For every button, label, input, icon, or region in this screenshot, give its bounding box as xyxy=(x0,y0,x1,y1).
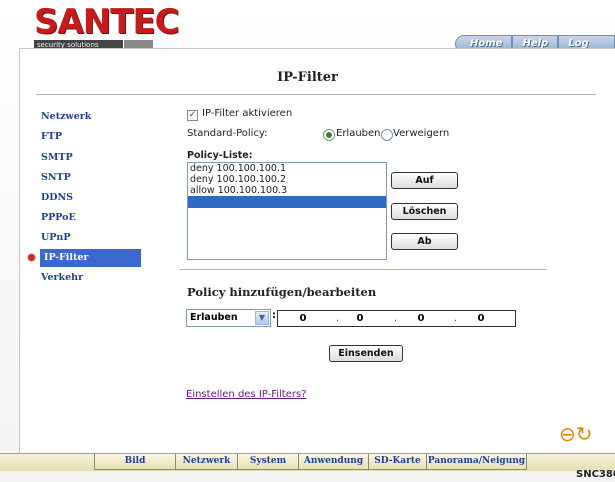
sidebar-item-verkehr[interactable]: Verkehr xyxy=(40,269,143,287)
move-up-button[interactable]: Auf xyxy=(391,172,458,189)
chevron-down-icon: ▼ xyxy=(255,311,269,325)
list-item[interactable]: allow 100.100.100.3 xyxy=(188,185,386,196)
ip-filter-enable-checkbox[interactable]: ✓ xyxy=(187,110,198,121)
list-item[interactable]: deny 100.100.100.1 xyxy=(188,163,386,174)
ip-octet-3[interactable]: 0 xyxy=(406,311,436,326)
sidebar-item-upnp[interactable]: UPnP xyxy=(40,229,143,247)
sidebar-item-pppoe[interactable]: PPPoE xyxy=(40,209,143,227)
action-select-value: Erlauben xyxy=(190,312,238,323)
tab-panorama-neigung[interactable]: Panorama/Neigung xyxy=(426,454,527,470)
model-label: SNC380DN xyxy=(576,469,615,480)
refresh-icon[interactable]: ↻ xyxy=(576,422,593,446)
action-select[interactable]: Erlauben ▼ xyxy=(186,309,271,327)
santec-logo: SANTEC security solutions xyxy=(34,2,180,50)
ip-dot: . xyxy=(336,313,340,324)
sidebar-item-ip-filter[interactable]: IP-Filter xyxy=(28,249,141,267)
policy-allow-label: Erlauben xyxy=(336,128,381,139)
list-item[interactable]: deny 100.100.100.2 xyxy=(188,174,386,185)
sidebar-item-label: IP-Filter xyxy=(44,252,89,263)
ip-octet-2[interactable]: 0 xyxy=(345,311,375,326)
tab-anwendung[interactable]: Anwendung xyxy=(298,454,369,470)
tab-system[interactable]: System xyxy=(237,454,299,470)
move-down-button[interactable]: Ab xyxy=(391,233,458,250)
policy-listbox[interactable]: deny 100.100.100.1 deny 100.100.100.2 al… xyxy=(187,162,387,260)
bottom-tabs: Bild Netzwerk System Anwendung SD-Karte … xyxy=(94,454,527,470)
delete-button[interactable]: Löschen xyxy=(391,203,458,220)
logo-text: SANTEC xyxy=(34,2,180,42)
page-title: IP-Filter xyxy=(277,70,338,85)
tab-bild[interactable]: Bild xyxy=(94,454,176,470)
ip-filter-enable-label: IP-Filter aktivieren xyxy=(202,108,293,119)
ip-dot: . xyxy=(394,313,398,324)
navigation-icons: ⊖↻ xyxy=(559,424,593,444)
tab-sd-karte[interactable]: SD-Karte xyxy=(368,454,427,470)
active-bullet-icon xyxy=(28,254,35,261)
policy-deny-label: Verweigern xyxy=(393,128,450,139)
ip-dot: . xyxy=(454,313,458,324)
sidebar-item-ddns[interactable]: DDNS xyxy=(40,189,143,207)
sidebar-item-netzwerk[interactable]: Netzwerk xyxy=(40,108,143,126)
sidebar-item-ftp[interactable]: FTP xyxy=(40,128,143,146)
help-ip-filter-link[interactable]: Einstellen des IP-Filters? xyxy=(186,389,306,400)
policy-allow-radio[interactable] xyxy=(323,129,335,141)
sidebar-item-smtp[interactable]: SMTP xyxy=(40,149,143,167)
edit-section-title: Policy hinzufügen/bearbeiten xyxy=(187,285,377,299)
back-arrow-icon[interactable]: ⊖ xyxy=(559,422,576,446)
section-divider xyxy=(180,269,547,270)
ip-octet-1[interactable]: 0 xyxy=(288,311,318,326)
policy-deny-radio[interactable] xyxy=(381,129,393,141)
list-item-selected[interactable] xyxy=(188,196,386,208)
title-divider xyxy=(36,94,596,95)
submit-button[interactable]: Einsenden xyxy=(329,345,403,362)
tab-netzwerk[interactable]: Netzwerk xyxy=(175,454,238,470)
select-colon: : xyxy=(272,310,276,321)
ip-address-field: 0 . 0 . 0 . 0 xyxy=(277,310,516,327)
standard-policy-label: Standard-Policy: xyxy=(187,128,268,139)
policy-list-label: Policy-Liste: xyxy=(187,150,253,161)
sidebar-item-sntp[interactable]: SNTP xyxy=(40,169,143,187)
ip-octet-4[interactable]: 0 xyxy=(466,311,496,326)
